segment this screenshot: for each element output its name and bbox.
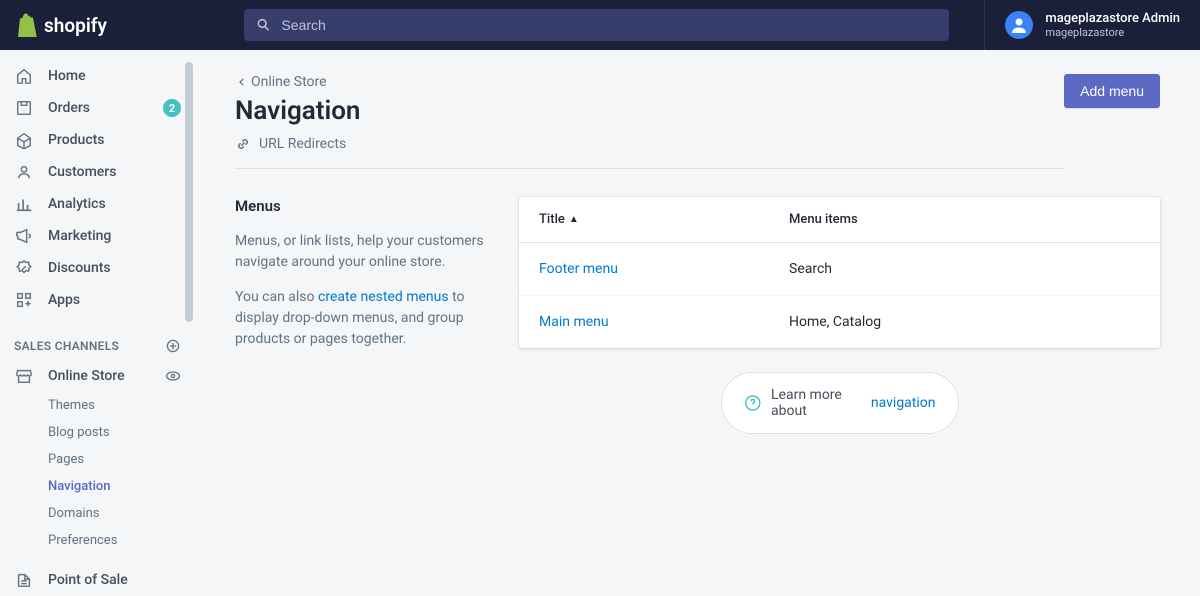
sidebar-item-orders[interactable]: Orders 2 xyxy=(0,92,195,124)
chevron-left-icon xyxy=(235,76,247,88)
sidebar-sub-blog-posts[interactable]: Blog posts xyxy=(0,419,195,446)
sidebar-sub-navigation[interactable]: Navigation xyxy=(0,473,195,500)
shopify-logo-icon xyxy=(16,13,38,37)
sidebar-item-discounts[interactable]: Discounts xyxy=(0,252,195,284)
user-name: mageplazastore Admin xyxy=(1045,11,1180,27)
sidebar-item-home[interactable]: Home xyxy=(0,60,195,92)
add-menu-button[interactable]: Add menu xyxy=(1064,74,1160,108)
sidebar-item-pos[interactable]: Point of Sale xyxy=(0,564,195,596)
sidebar-sub-preferences[interactable]: Preferences xyxy=(0,527,195,554)
learn-more-pill: Learn more about navigation xyxy=(721,372,959,434)
breadcrumb[interactable]: Online Store xyxy=(235,74,1064,90)
sidebar-section-sales-channels: SALES CHANNELS xyxy=(0,332,195,360)
home-icon xyxy=(14,66,34,86)
logo-area[interactable]: shopify xyxy=(0,13,220,37)
search-box[interactable] xyxy=(244,9,949,41)
products-icon xyxy=(14,130,34,150)
sidebar-item-online-store[interactable]: Online Store xyxy=(0,360,195,392)
customers-icon xyxy=(14,162,34,182)
menu-link-footer[interactable]: Footer menu xyxy=(539,261,789,277)
sort-asc-icon: ▲ xyxy=(569,214,579,225)
menus-desc1: Menus, or link lists, help your customer… xyxy=(235,231,495,273)
table-row: Main menu Home, Catalog xyxy=(519,296,1160,348)
preview-icon[interactable] xyxy=(165,368,181,384)
user-info: mageplazastore Admin mageplazastore xyxy=(1045,11,1180,40)
sidebar-sub-themes[interactable]: Themes xyxy=(0,392,195,419)
menus-table-header: Title ▲ Menu items xyxy=(519,197,1160,243)
user-avatar xyxy=(1005,11,1033,39)
scrollbar[interactable] xyxy=(183,50,195,557)
sidebar: Home Orders 2 Products Customers Analyti… xyxy=(0,50,195,557)
menu-items-main: Home, Catalog xyxy=(789,314,881,330)
orders-badge: 2 xyxy=(163,99,181,117)
link-icon xyxy=(235,136,251,152)
search-input[interactable] xyxy=(281,17,937,33)
menu-items-footer: Search xyxy=(789,261,832,277)
sidebar-sub-domains[interactable]: Domains xyxy=(0,500,195,527)
apps-icon xyxy=(14,290,34,310)
table-row: Footer menu Search xyxy=(519,243,1160,296)
user-area[interactable]: mageplazastore Admin mageplazastore xyxy=(984,0,1200,50)
sidebar-item-products[interactable]: Products xyxy=(0,124,195,156)
search-icon xyxy=(256,17,271,33)
marketing-icon xyxy=(14,226,34,246)
menus-table: Title ▲ Menu items Footer menu Search Ma… xyxy=(519,197,1160,348)
sidebar-item-customers[interactable]: Customers xyxy=(0,156,195,188)
store-icon xyxy=(14,366,34,386)
nested-menus-link[interactable]: create nested menus xyxy=(318,289,449,305)
navigation-link[interactable]: navigation xyxy=(871,395,936,411)
menus-desc2: You can also create nested menus to disp… xyxy=(235,287,495,350)
menu-link-main[interactable]: Main menu xyxy=(539,314,789,330)
menus-info: Menus Menus, or link lists, help your cu… xyxy=(235,197,495,434)
brand-text: shopify xyxy=(44,14,107,37)
user-sub: mageplazastore xyxy=(1045,26,1180,39)
menus-heading: Menus xyxy=(235,197,495,215)
sidebar-item-analytics[interactable]: Analytics xyxy=(0,188,195,220)
content-area: Online Store Navigation URL Redirects Ad… xyxy=(195,50,1200,557)
sidebar-item-marketing[interactable]: Marketing xyxy=(0,220,195,252)
add-channel-icon[interactable] xyxy=(165,338,181,354)
page-title: Navigation xyxy=(235,96,1064,126)
search-area xyxy=(220,1,984,49)
col-items[interactable]: Menu items xyxy=(789,212,858,227)
sidebar-item-apps[interactable]: Apps xyxy=(0,284,195,316)
discounts-icon xyxy=(14,258,34,278)
sidebar-sub-pages[interactable]: Pages xyxy=(0,446,195,473)
question-icon xyxy=(744,393,762,413)
top-header: shopify mageplazastore Admin mageplazast… xyxy=(0,0,1200,50)
orders-icon xyxy=(14,98,34,118)
url-redirects-link[interactable]: URL Redirects xyxy=(235,136,1064,169)
analytics-icon xyxy=(14,194,34,214)
pos-icon xyxy=(14,570,34,590)
col-title[interactable]: Title ▲ xyxy=(539,212,789,227)
person-icon xyxy=(1009,15,1029,35)
